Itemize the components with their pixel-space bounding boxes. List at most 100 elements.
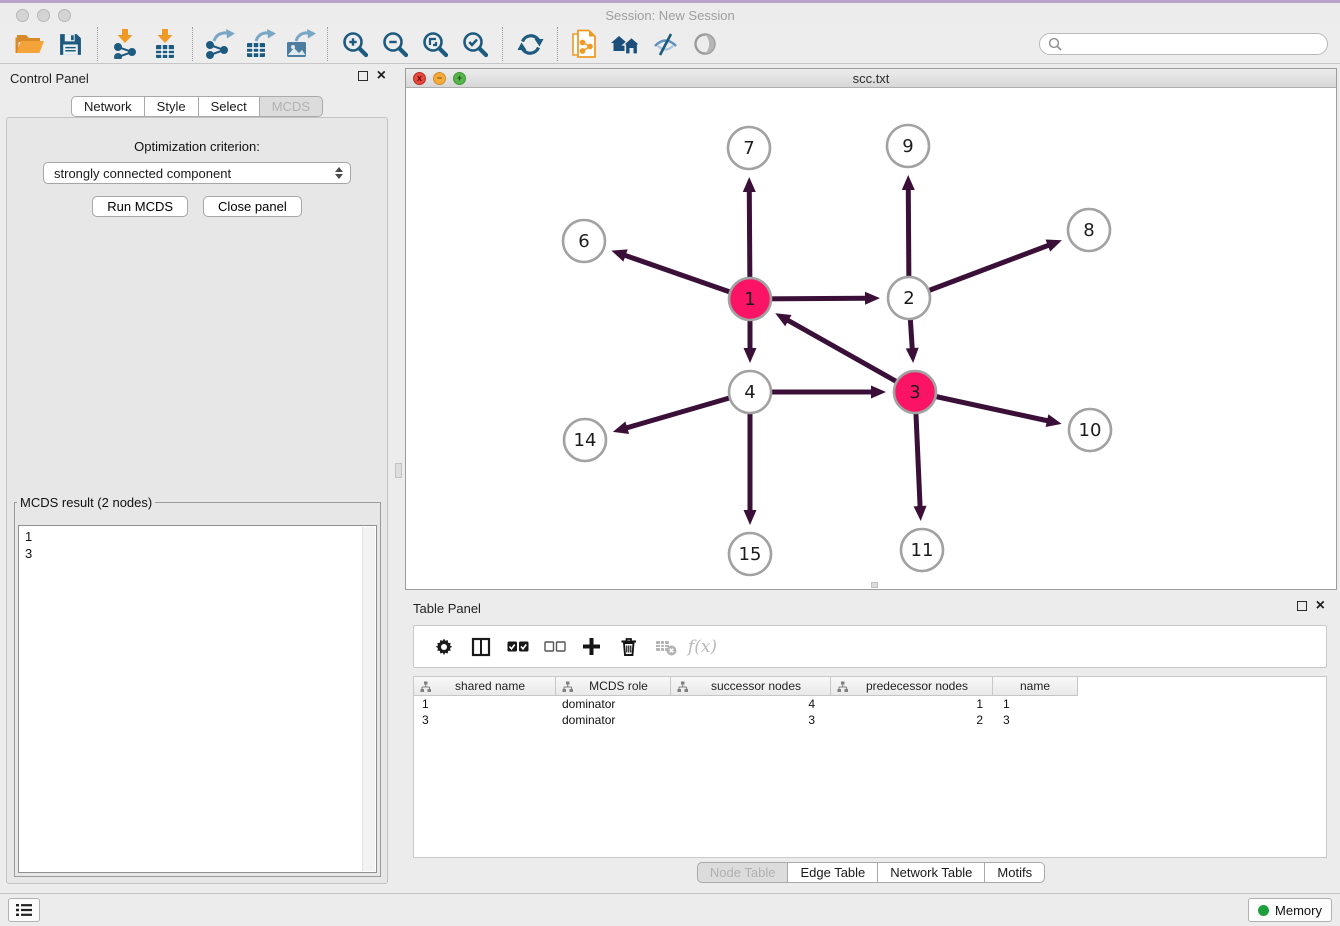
column-header-successor-nodes[interactable]: successor nodes <box>671 677 831 696</box>
node-table-header: shared name MCDS role successor nodes pr… <box>414 677 1326 696</box>
tab-mcds[interactable]: MCDS <box>259 96 323 117</box>
vertical-splitter[interactable] <box>394 65 405 884</box>
table-cell: 3 <box>993 713 1078 727</box>
tab-network-table[interactable]: Network Table <box>877 862 985 883</box>
network-zoom-button[interactable]: + <box>453 72 466 85</box>
zoom-fit-button[interactable] <box>415 27 455 61</box>
run-mcds-button[interactable]: Run MCDS <box>92 196 188 217</box>
format-panel-button[interactable] <box>462 637 499 657</box>
table-row[interactable]: 1dominator411 <box>414 696 1326 712</box>
export-image-button[interactable] <box>280 27 320 61</box>
table-cell: dominator <box>556 697 671 711</box>
zoom-out-button[interactable] <box>375 27 415 61</box>
graph-edge-arrowhead <box>906 348 919 363</box>
first-neighbors-button[interactable] <box>605 27 645 61</box>
table-panel-title: Table Panel <box>413 601 481 616</box>
graph-edge-arrowhead <box>865 292 880 305</box>
export-network-icon <box>204 29 236 59</box>
memory-label: Memory <box>1275 903 1322 918</box>
graph-edge-arrowhead <box>902 175 915 190</box>
graph-edge-2-8[interactable] <box>909 245 1049 298</box>
table-panel-float-button[interactable] <box>1297 601 1307 611</box>
search-box[interactable] <box>1039 33 1328 55</box>
column-header-predecessor-nodes[interactable]: predecessor nodes <box>831 677 993 696</box>
network-canvas[interactable]: 1234678910111415 <box>406 89 1336 589</box>
header-filler <box>1078 677 1326 696</box>
table-cell: 1 <box>831 697 993 711</box>
select-stepper-icon <box>335 167 343 179</box>
tab-network[interactable]: Network <box>71 96 145 117</box>
column-header-shared-name[interactable]: shared name <box>414 677 556 696</box>
show-panels-button[interactable] <box>8 898 40 922</box>
create-network-button[interactable] <box>565 27 605 61</box>
plus-icon <box>582 637 601 656</box>
table-mode-button[interactable] <box>425 637 462 657</box>
graph-node-label: 8 <box>1083 220 1094 241</box>
column-header-name[interactable]: name <box>993 677 1078 696</box>
list-icon <box>15 903 33 917</box>
network-minimize-button[interactable]: − <box>433 72 446 85</box>
toolbar-separator <box>502 27 503 61</box>
control-panel-header: Control Panel × <box>0 65 394 91</box>
column-header-mcds-role[interactable]: MCDS role <box>556 677 671 696</box>
show-graphics-details-button[interactable] <box>685 27 725 61</box>
control-panel-title: Control Panel <box>10 71 89 86</box>
function-builder-button[interactable]: f(x) <box>684 637 721 657</box>
open-session-button[interactable] <box>10 27 50 61</box>
control-panel-float-button[interactable] <box>358 71 368 81</box>
network-close-button[interactable]: x <box>413 72 426 85</box>
delete-columns-button[interactable] <box>610 636 647 657</box>
delete-table-button[interactable] <box>647 638 684 656</box>
select-all-button[interactable] <box>499 641 536 652</box>
network-resize-grip[interactable] <box>871 582 878 588</box>
memory-button[interactable]: Memory <box>1248 898 1332 922</box>
table-panel-close-button[interactable]: × <box>1316 601 1325 611</box>
graph-node-label: 11 <box>911 540 934 561</box>
splitter-grip[interactable] <box>395 463 402 478</box>
graph-node-label: 7 <box>743 138 754 159</box>
tab-motifs[interactable]: Motifs <box>984 862 1045 883</box>
network-window: x − + scc.txt 1234678910111415 <box>405 68 1337 590</box>
save-session-button[interactable] <box>50 27 90 61</box>
create-column-button[interactable] <box>573 637 610 656</box>
criterion-selected-value: strongly connected component <box>54 166 231 181</box>
close-panel-button[interactable]: Close panel <box>203 196 302 217</box>
tab-node-table[interactable]: Node Table <box>697 862 789 883</box>
deselect-all-button[interactable] <box>536 641 573 652</box>
zoom-selected-button[interactable] <box>455 27 495 61</box>
table-row[interactable]: 3dominator323 <box>414 712 1326 728</box>
import-table-button[interactable] <box>145 27 185 61</box>
memory-status-dot <box>1258 905 1269 916</box>
table-cell: 2 <box>831 713 993 727</box>
graph-edge-arrowhead <box>613 421 629 433</box>
table-cell: 3 <box>671 713 831 727</box>
network-window-titlebar[interactable]: x − + scc.txt <box>406 69 1336 88</box>
refresh-layout-button[interactable] <box>510 27 550 61</box>
split-columns-icon <box>471 637 491 657</box>
control-panel-close-button[interactable]: × <box>377 71 386 81</box>
import-network-icon <box>110 29 140 59</box>
search-input[interactable] <box>1067 37 1319 52</box>
export-network-button[interactable] <box>200 27 240 61</box>
zoom-selected-icon <box>461 30 489 58</box>
result-scrollbar[interactable] <box>362 527 375 871</box>
criterion-select[interactable]: strongly connected component <box>43 162 351 184</box>
hide-graphics-details-button[interactable] <box>645 27 685 61</box>
table-toolbar: f(x) <box>413 625 1327 668</box>
graph-edge-arrowhead <box>1046 414 1062 427</box>
graph-node-label: 6 <box>578 231 589 252</box>
import-network-button[interactable] <box>105 27 145 61</box>
graph-svg: 1234678910111415 <box>406 89 1336 589</box>
tab-edge-table[interactable]: Edge Table <box>787 862 878 883</box>
graph-edge-arrowhead <box>743 177 756 192</box>
export-table-button[interactable] <box>240 27 280 61</box>
node-table: shared name MCDS role successor nodes pr… <box>413 676 1327 858</box>
attribute-tree-icon <box>562 681 573 692</box>
attribute-tree-icon <box>677 681 688 692</box>
trash-icon <box>618 636 639 657</box>
tab-select[interactable]: Select <box>198 96 260 117</box>
tab-style[interactable]: Style <box>144 96 199 117</box>
zoom-in-button[interactable] <box>335 27 375 61</box>
mcds-result-area[interactable]: 1 3 <box>18 525 377 873</box>
window-title: Session: New Session <box>0 8 1340 23</box>
